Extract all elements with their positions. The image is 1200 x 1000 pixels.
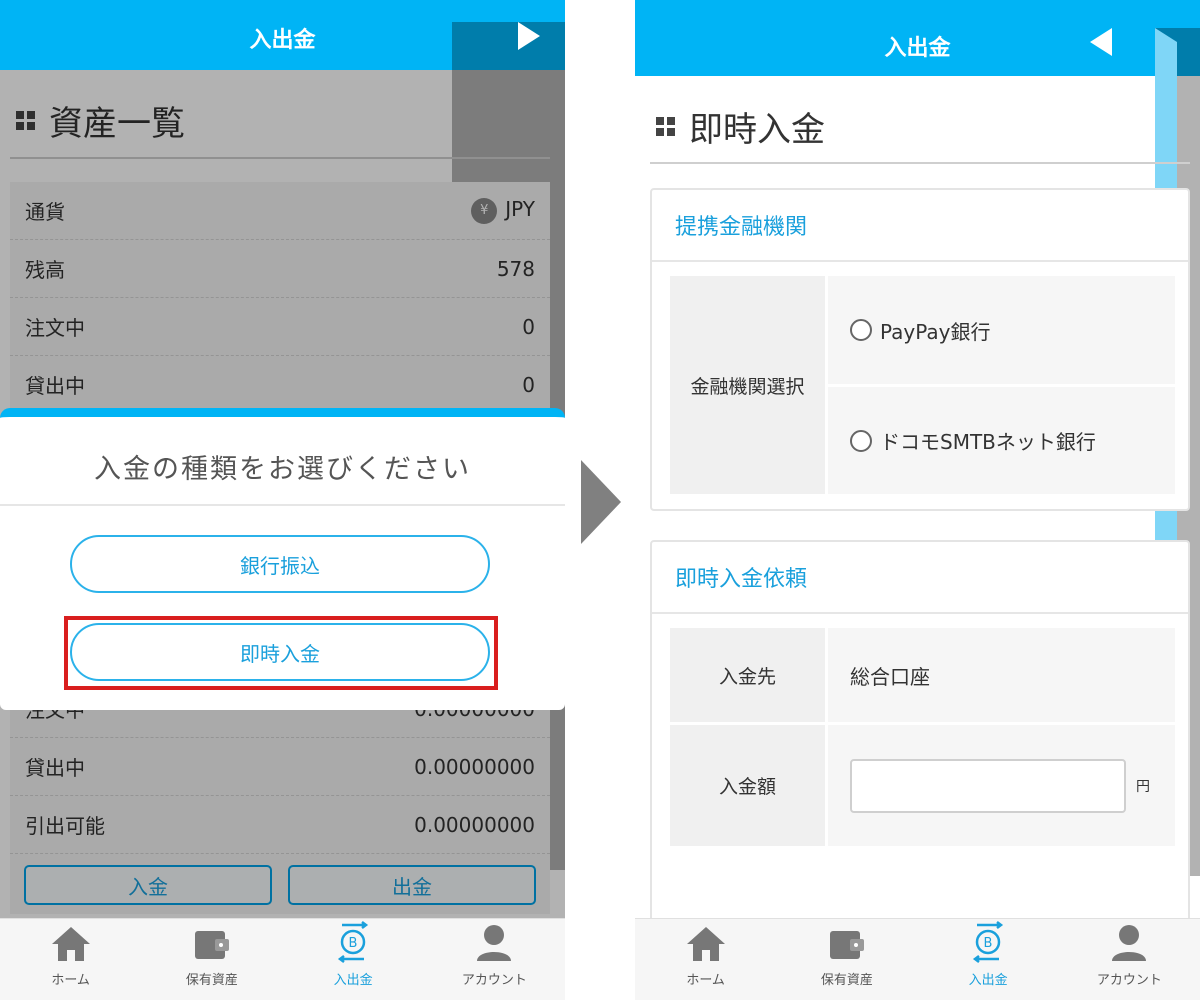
modal-title: 入金の種類をお選びください [94,454,471,485]
tab-home[interactable]: ホーム [635,919,776,1000]
tab-label: アカウント [1096,973,1162,988]
tab-home[interactable]: ホーム [0,919,141,1000]
page-title: 即時入金 [656,102,825,151]
bank-select-grid: 金融機関選択 PayPay銀行 ドコモSMTBネット銀行 [670,276,1175,494]
section-heading: 提携金融機関 [652,190,1188,262]
amount-value-col: 円 [828,725,1175,846]
svg-text:B: B [349,936,358,951]
amount-cell: 円 [828,725,1175,846]
person-icon [1112,925,1147,961]
wallet-icon [194,931,229,959]
tab-label: ホーム [686,973,725,988]
tab-deposit-withdraw[interactable]: B 入出金 [918,919,1059,1000]
radio-button[interactable] [850,319,872,341]
tab-label: アカウント [461,973,527,988]
header-title: 入出金 [884,36,951,61]
bank-select-label: 金融機関選択 [670,276,825,494]
home-icon [51,927,90,961]
destination-value: 総合口座 [828,628,1175,722]
destination-row: 入金先 総合口座 [670,628,1175,722]
tab-bar: ホーム 保有資産 B 入出金 アカウント [635,918,1200,1000]
prev-arrow-icon[interactable] [1090,28,1112,56]
right-screen: 入出金 即時入金 提携金融機関 金融機関選択 PayPay銀行 ドコモSMTBネ… [635,0,1200,1000]
person-icon [477,925,512,961]
wallet-icon [829,931,864,959]
tab-label: 保有資産 [820,973,873,988]
tab-holdings[interactable]: 保有資産 [141,919,282,1000]
tab-account[interactable]: アカウント [424,919,565,1000]
left-screen: 入出金 資産一覧 通貨 ¥ JPY 残高 578 注文中 0 貸出中 0 注文中 … [0,0,565,1000]
svg-text:B: B [984,936,993,951]
amount-label: 入金額 [670,725,825,846]
tab-label: 保有資産 [185,973,238,988]
bank-transfer-button[interactable]: 銀行振込 [70,535,490,593]
amount-row: 入金額 円 [670,725,1175,846]
tab-holdings[interactable]: 保有資産 [776,919,917,1000]
partner-bank-section: 提携金融機関 金融機関選択 PayPay銀行 ドコモSMTBネット銀行 [650,188,1190,511]
bank-option-paypay[interactable]: PayPay銀行 [828,276,1175,384]
tab-deposit-withdraw[interactable]: B 入出金 [283,919,424,1000]
transfer-icon: B [973,921,1004,963]
header: 入出金 [635,0,1200,876]
page-title-text: 即時入金 [689,110,825,150]
deposit-request-section: 即時入金依頼 入金先 総合口座 入金額 円 [650,540,1190,940]
modal-divider [0,504,565,506]
tab-bar: ホーム 保有資産 B 入出金 アカウント [0,918,565,1000]
radio-button[interactable] [850,429,872,452]
option-label: ドコモSMTBネット銀行 [880,430,1096,454]
arrow-right-icon [581,460,621,544]
destination-value-col: 総合口座 [828,628,1175,722]
tab-label: 入出金 [333,973,373,988]
next-arrow-icon[interactable] [518,22,540,50]
header: 入出金 [0,0,565,870]
amount-input[interactable] [850,758,1126,813]
bank-option-docomo[interactable]: ドコモSMTBネット銀行 [828,387,1175,494]
option-label: PayPay銀行 [880,319,991,344]
home-icon [686,927,725,961]
tab-account[interactable]: アカウント [1059,919,1200,1000]
tab-label: 入出金 [968,973,1008,988]
transfer-icon: B [338,921,369,963]
tab-label: ホーム [51,973,90,988]
bank-options: PayPay銀行 ドコモSMTBネット銀行 [828,276,1175,494]
destination-label: 入金先 [670,628,825,722]
section-heading: 即時入金依頼 [652,542,1188,614]
grid-icon [656,117,675,136]
highlight-box [64,616,498,690]
divider [650,162,1190,164]
currency-unit: 円 [1136,778,1150,795]
